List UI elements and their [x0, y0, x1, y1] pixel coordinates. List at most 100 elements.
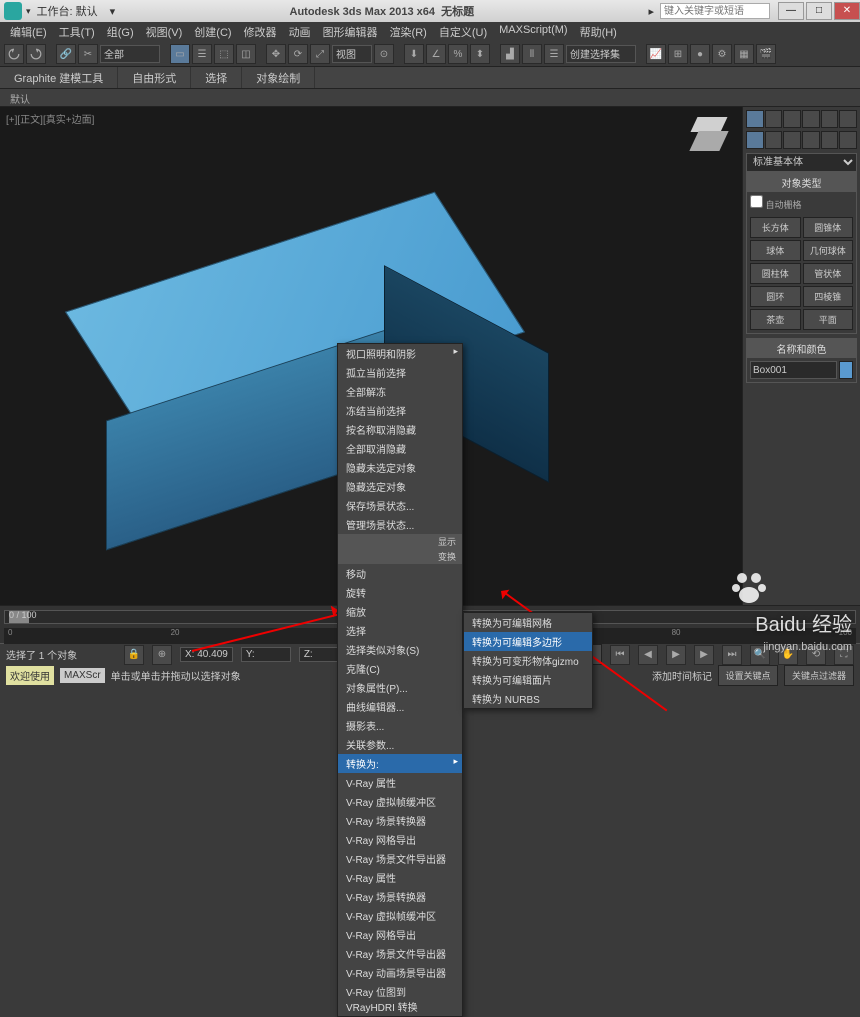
undo-button[interactable]	[4, 44, 24, 64]
sub-tab-default[interactable]: 默认	[0, 89, 40, 106]
render-setup-button[interactable]: ⚙	[712, 44, 732, 64]
primitive-button[interactable]: 平面	[803, 309, 854, 330]
play-start-button[interactable]: ⏮	[610, 645, 630, 665]
ribbon-tab[interactable]: 自由形式	[118, 67, 191, 88]
layers-button[interactable]: ☰	[544, 44, 564, 64]
menu-item[interactable]: 工具(T)	[53, 22, 101, 42]
motion-tab[interactable]	[802, 110, 820, 128]
play-button[interactable]: ▶	[666, 645, 686, 665]
context-menu-item[interactable]: 孤立当前选择	[338, 363, 462, 382]
curve-editor-button[interactable]: 📈	[646, 44, 666, 64]
helpers-subtab[interactable]	[821, 131, 839, 149]
ribbon-tab[interactable]: 对象绘制	[242, 67, 315, 88]
context-menu-item[interactable]: V-Ray 场景转换器	[338, 887, 462, 906]
scale-button[interactable]: ⤢	[310, 44, 330, 64]
menu-item[interactable]: 渲染(R)	[384, 22, 433, 42]
play-next-button[interactable]: ▶	[694, 645, 714, 665]
named-sel-dropdown[interactable]: 创建选择集	[566, 45, 636, 63]
time-tag-label[interactable]: 添加时间标记	[652, 668, 712, 683]
menu-item[interactable]: 帮助(H)	[574, 22, 623, 42]
setkey-button[interactable]: 设置关键点	[718, 665, 778, 686]
play-end-button[interactable]: ⏭	[722, 645, 742, 665]
angle-snap-button[interactable]: ∠	[426, 44, 446, 64]
context-menu-item[interactable]: 按名称取消隐藏	[338, 420, 462, 439]
context-menu-item[interactable]: 转换为可编辑面片	[464, 670, 592, 689]
context-menu-item[interactable]: V-Ray 虚拟帧缓冲区	[338, 792, 462, 811]
close-button[interactable]: ✕	[834, 2, 860, 20]
menu-item[interactable]: 组(G)	[101, 22, 140, 42]
space-warps-subtab[interactable]	[839, 131, 857, 149]
hierarchy-tab[interactable]	[783, 110, 801, 128]
context-menu-item[interactable]: V-Ray 属性	[338, 773, 462, 792]
context-menu-item[interactable]: 隐藏选定对象	[338, 477, 462, 496]
maximize-button[interactable]: □	[806, 2, 832, 20]
play-prev-button[interactable]: ◀	[638, 645, 658, 665]
context-menu-item[interactable]: V-Ray 场景文件导出器	[338, 849, 462, 868]
context-menu-item[interactable]: V-Ray 场景文件导出器	[338, 944, 462, 963]
context-menu-item[interactable]: 旋转	[338, 583, 462, 602]
context-menu-item[interactable]: 全部取消隐藏	[338, 439, 462, 458]
context-menu-item[interactable]: V-Ray 属性	[338, 868, 462, 887]
context-menu-item[interactable]: 转换为可编辑多边形	[464, 632, 592, 651]
ribbon-tab[interactable]: Graphite 建模工具	[0, 67, 118, 88]
window-crossing-button[interactable]: ◫	[236, 44, 256, 64]
context-menu-item[interactable]: 选择类似对象(S)	[338, 640, 462, 659]
context-menu-item[interactable]: 管理场景状态...	[338, 515, 462, 534]
autogrid-checkbox[interactable]	[750, 195, 763, 208]
context-menu-item[interactable]: 转换为可编辑网格	[464, 613, 592, 632]
context-menu-item[interactable]: 选择	[338, 621, 462, 640]
welcome-tab[interactable]: 欢迎使用	[6, 666, 54, 685]
link-button[interactable]: 🔗	[56, 44, 76, 64]
context-menu-item[interactable]: V-Ray 网格导出	[338, 925, 462, 944]
render-button[interactable]: 🎬	[756, 44, 776, 64]
menu-item[interactable]: 动画	[283, 22, 317, 42]
percent-snap-button[interactable]: %	[448, 44, 468, 64]
context-menu-item[interactable]: V-Ray 动画场景导出器	[338, 963, 462, 982]
cameras-subtab[interactable]	[802, 131, 820, 149]
y-coord-field[interactable]: Y:	[241, 647, 291, 662]
geometry-subtab[interactable]	[746, 131, 764, 149]
unlink-button[interactable]: ✂	[78, 44, 98, 64]
context-menu-item[interactable]: 对象属性(P)...	[338, 678, 462, 697]
context-menu-item[interactable]: 全部解冻	[338, 382, 462, 401]
menu-item[interactable]: 修改器	[238, 22, 283, 42]
redo-button[interactable]	[26, 44, 46, 64]
context-menu-item[interactable]: V-Ray 虚拟帧缓冲区	[338, 906, 462, 925]
context-menu-item[interactable]: 保存场景状态...	[338, 496, 462, 515]
primitive-button[interactable]: 几何球体	[803, 240, 854, 261]
viewport-label[interactable]: [+][正文][真实+边面]	[6, 111, 94, 126]
object-name-input[interactable]	[750, 361, 837, 379]
primitive-button[interactable]: 四棱锥	[803, 286, 854, 307]
mirror-button[interactable]: ▟	[500, 44, 520, 64]
schematic-button[interactable]: ⊞	[668, 44, 688, 64]
menu-item[interactable]: 自定义(U)	[433, 22, 493, 42]
material-button[interactable]: ●	[690, 44, 710, 64]
color-swatch[interactable]	[839, 361, 853, 379]
context-menu-item[interactable]: 曲线编辑器...	[338, 697, 462, 716]
viewport[interactable]: [+][正文][真实+边面] 视口照明和阴影孤立当前选择全部解冻冻结当前选择按名…	[0, 107, 742, 605]
shapes-subtab[interactable]	[765, 131, 783, 149]
primitive-category-dropdown[interactable]: 标准基本体	[746, 153, 857, 172]
help-search-input[interactable]	[660, 3, 770, 19]
select-button[interactable]: ▭	[170, 44, 190, 64]
snap-button[interactable]: ⬇	[404, 44, 424, 64]
viewcube[interactable]	[686, 113, 732, 159]
primitive-button[interactable]: 球体	[750, 240, 801, 261]
primitive-button[interactable]: 长方体	[750, 217, 801, 238]
context-menu-item[interactable]: 克隆(C)	[338, 659, 462, 678]
context-menu-item[interactable]: 隐藏未选定对象	[338, 458, 462, 477]
primitive-button[interactable]: 圆锥体	[803, 217, 854, 238]
align-button[interactable]: ⫴	[522, 44, 542, 64]
context-menu-item[interactable]: V-Ray 场景转换器	[338, 811, 462, 830]
display-tab[interactable]	[821, 110, 839, 128]
workspace-label[interactable]: 工作台: 默认	[31, 3, 104, 19]
modify-tab[interactable]	[765, 110, 783, 128]
context-menu-item[interactable]: V-Ray 网格导出	[338, 830, 462, 849]
context-menu-item[interactable]: 缩放	[338, 602, 462, 621]
abs-rel-button[interactable]: ⊕	[152, 645, 172, 665]
ribbon-tab[interactable]: 选择	[191, 67, 242, 88]
context-menu-item[interactable]: 冻结当前选择	[338, 401, 462, 420]
lights-subtab[interactable]	[783, 131, 801, 149]
menu-item[interactable]: 图形编辑器	[317, 22, 384, 42]
dropdown-icon[interactable]: ▾	[104, 5, 122, 18]
